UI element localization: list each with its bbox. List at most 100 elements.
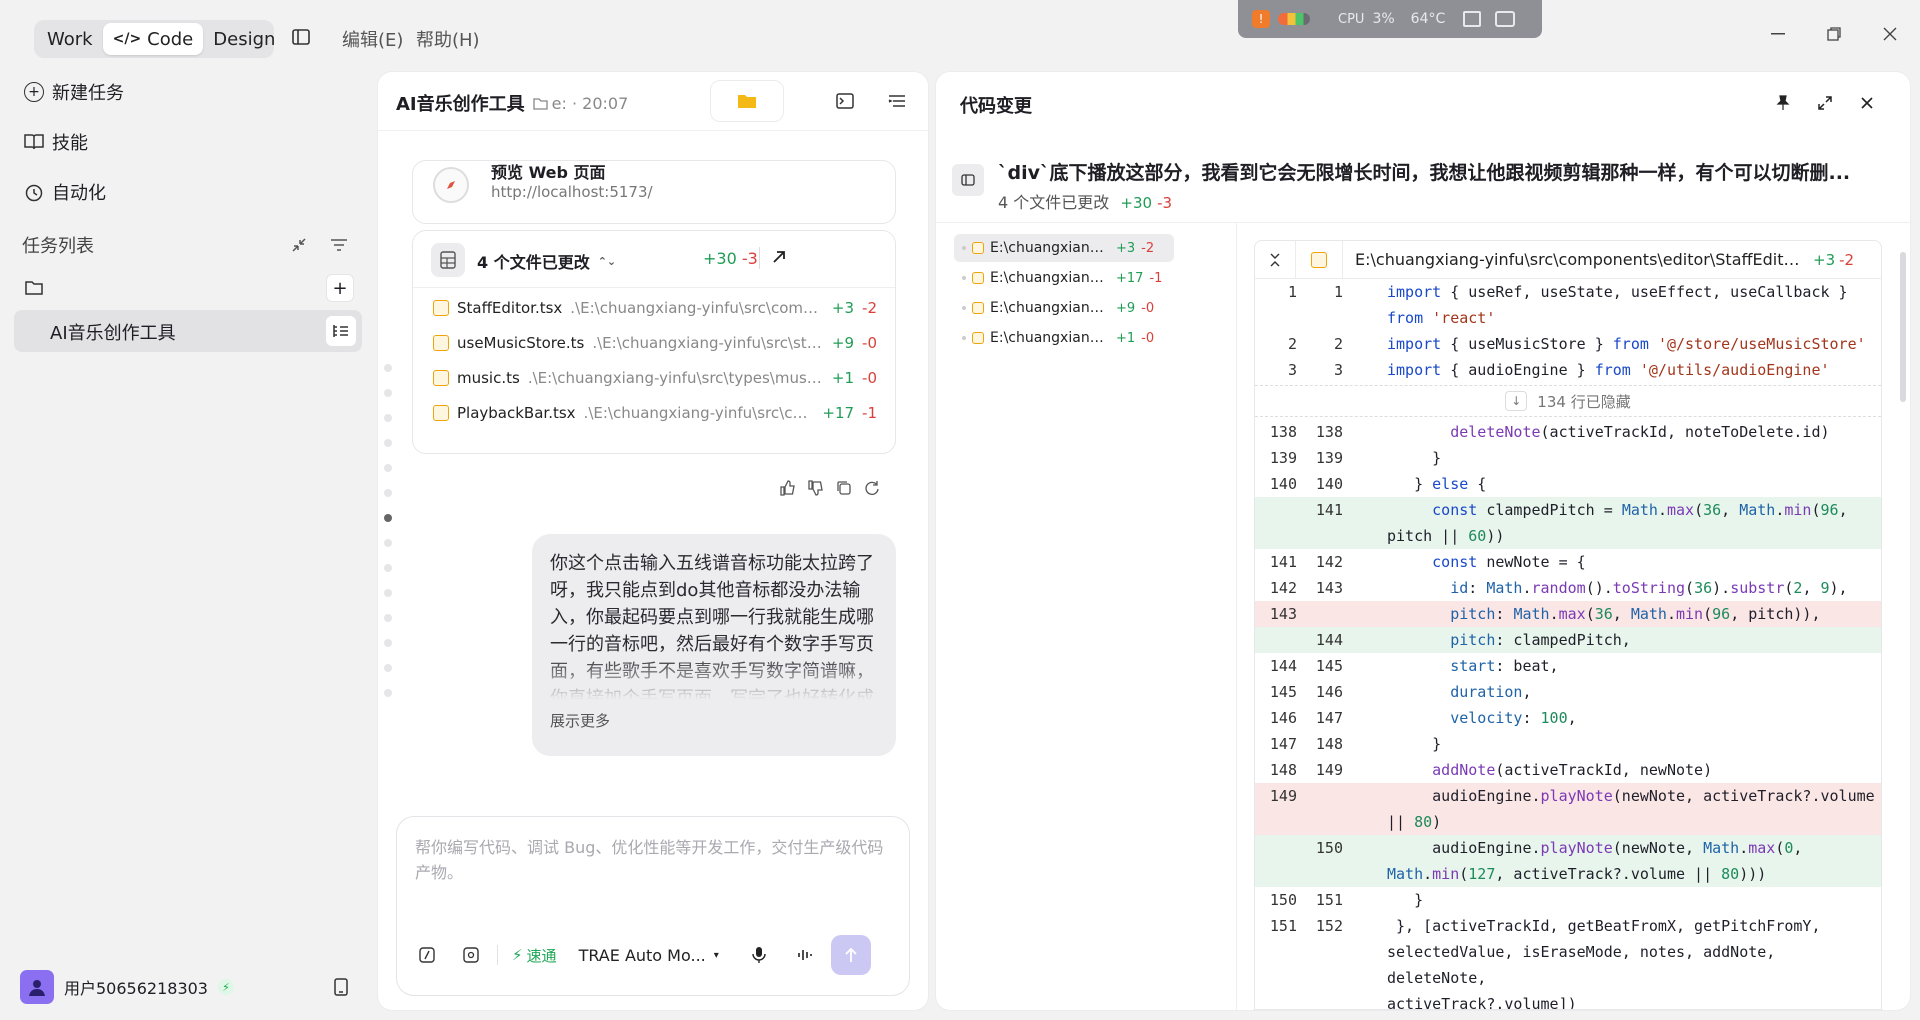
changed-file-item[interactable]: E:\chuangxiang-yinfu\src\components\edit… — [954, 234, 1174, 262]
file-diff-icon — [972, 242, 984, 254]
task-item-ai-music[interactable]: AI音乐创作工具 — [14, 310, 362, 352]
file-row[interactable]: StaffEditor.tsx .\E:\chuangxiang-yinfu\s… — [433, 293, 877, 323]
minimize-icon[interactable] — [1766, 22, 1790, 46]
show-more-link[interactable]: 展示更多 — [550, 708, 878, 735]
files-summary-toggle[interactable]: 4 个文件已更改 ⌃⌄ — [477, 249, 616, 273]
pin-icon[interactable] — [1772, 92, 1794, 114]
screenshot-icon[interactable] — [1495, 11, 1516, 27]
timeline-dot[interactable] — [384, 389, 392, 397]
microphone-icon[interactable] — [749, 946, 769, 964]
panel-layout-icon[interactable] — [952, 164, 984, 196]
speed-mode-toggle[interactable]: ⚡ 速通 — [512, 945, 557, 966]
timeline-dot[interactable] — [384, 464, 392, 472]
divider — [759, 247, 760, 269]
timeline-dot[interactable] — [384, 639, 392, 647]
diff-line: 138 138 deleteNote(activeTrackId, noteToD… — [1269, 423, 1830, 441]
sidebar-toggle-icon[interactable] — [288, 24, 314, 50]
close-panel-icon[interactable] — [1856, 92, 1878, 114]
thumbs-up-icon[interactable] — [780, 480, 796, 496]
diff-line: 147 148 } — [1269, 735, 1442, 753]
terminal-icon[interactable] — [834, 90, 856, 112]
outline-list-icon[interactable] — [886, 90, 908, 112]
alert-icon: ! — [1252, 10, 1270, 28]
sidebar-item-skills[interactable]: 技能 — [24, 124, 88, 160]
prompt-placeholder[interactable]: 帮你编写代码、调试 Bug、优化性能等开发工作，交付生产级代码产物。 — [415, 835, 885, 885]
changed-file-item[interactable]: E:\chuangxiang-yinfu\src\components\Play… — [954, 264, 1174, 292]
menu-edit[interactable]: 编辑(E) — [342, 26, 403, 52]
send-button[interactable] — [830, 935, 871, 975]
added-count: +30 — [703, 249, 737, 268]
changed-file-item[interactable]: E:\chuangxiang-yinfu\src\store\useMusicS… — [954, 294, 1174, 322]
timeline-dot[interactable] — [384, 614, 392, 622]
user-bar[interactable]: 用户50656218303 ⚡ — [20, 970, 234, 1004]
timeline-dot[interactable] — [384, 589, 392, 597]
diff-line: 151 152 }, [activeTrackId, getBeatFromX, … — [1269, 917, 1821, 1010]
file-deleted: -0 — [1141, 300, 1155, 316]
file-deleted: -0 — [1141, 330, 1155, 346]
folder-icon[interactable] — [22, 276, 46, 298]
file-row[interactable]: PlaybackBar.tsx .\E:\chuangxiang-yinfu\s… — [433, 398, 877, 428]
bolt-icon: ⚡ — [217, 979, 234, 995]
chat-subtitle-text: e: · 20:07 — [551, 93, 629, 113]
sidebar-item-new-task[interactable]: + 新建任务 — [24, 74, 124, 110]
diff-scrollbar[interactable] — [1900, 252, 1906, 402]
refresh-icon[interactable] — [864, 480, 880, 496]
task-list-icon[interactable] — [326, 316, 356, 346]
timeline-dot[interactable] — [384, 439, 392, 447]
open-external-icon[interactable] — [767, 245, 791, 269]
mode-design[interactable]: Design — [203, 23, 285, 55]
sidebar-item-automation[interactable]: 自动化 — [24, 174, 106, 210]
hidden-lines-toggle[interactable]: ↓ 134 行已隐藏 — [1255, 385, 1881, 417]
mode-label: Code — [147, 28, 194, 50]
restore-icon[interactable] — [1822, 22, 1846, 46]
close-window-icon[interactable] — [1878, 22, 1902, 46]
timeline-dot[interactable] — [384, 414, 392, 422]
mode-work[interactable]: Work — [37, 23, 103, 55]
file-deleted: -0 — [862, 334, 877, 352]
voice-wave-icon[interactable] — [795, 948, 815, 962]
add-task-button[interactable]: + — [326, 274, 354, 302]
slash-command-icon[interactable] — [415, 947, 439, 963]
collapse-icon[interactable] — [288, 234, 310, 256]
diff-line-added: 150 audioEngine.playNote(newNote, Math.m… — [1255, 835, 1881, 887]
file-name: useMusicStore.ts — [457, 334, 585, 352]
prompt-input-box[interactable]: 帮你编写代码、调试 Bug、优化性能等开发工作，交付生产级代码产物。 ⚡ 速通 … — [396, 816, 910, 996]
timeline-dot-active[interactable] — [384, 514, 392, 522]
model-select[interactable]: TRAE Auto Mo... ▾ — [579, 946, 719, 965]
open-folder-button[interactable] — [710, 80, 784, 122]
expand-icon[interactable] — [1814, 92, 1836, 114]
timeline-dot[interactable] — [384, 364, 392, 372]
preview-card[interactable]: 预览 Web 页面 http://localhost:5173/ — [412, 160, 896, 224]
hidden-lines-label: 134 行已隐藏 — [1537, 392, 1631, 411]
timeline-dot[interactable] — [384, 539, 392, 547]
phone-icon[interactable] — [330, 976, 352, 998]
timeline-dot[interactable] — [384, 564, 392, 572]
file-diff-icon — [972, 302, 984, 314]
avatar — [20, 970, 54, 1004]
copy-icon[interactable] — [836, 480, 852, 496]
file-added: +1 — [831, 369, 855, 387]
timeline-dot[interactable] — [384, 664, 392, 672]
diff-line: 139 139 } — [1269, 449, 1442, 467]
clock-icon — [24, 182, 44, 202]
preview-url[interactable]: http://localhost:5173/ — [491, 183, 653, 201]
collapse-chevron-icon[interactable] — [1255, 253, 1295, 267]
file-row[interactable]: useMusicStore.ts .\E:\chuangxiang-yinfu\… — [433, 328, 877, 358]
crop-icon[interactable] — [1463, 11, 1482, 27]
thumbs-down-icon[interactable] — [808, 480, 824, 496]
diff-deleted: -2 — [1839, 250, 1855, 269]
file-row[interactable]: music.ts .\E:\chuangxiang-yinfu\src\type… — [433, 363, 877, 393]
changed-file-list: E:\chuangxiang-yinfu\src\components\edit… — [954, 234, 1174, 354]
menu-help[interactable]: 帮助(H) — [416, 26, 480, 52]
filter-icon[interactable] — [328, 234, 350, 256]
image-attach-icon[interactable] — [459, 947, 483, 963]
timeline-dot[interactable] — [384, 489, 392, 497]
file-deleted: -1 — [862, 404, 877, 422]
files-summary-stats: +30 -3 — [703, 249, 758, 268]
mode-code[interactable]: </> Code — [102, 23, 204, 55]
changed-file-item[interactable]: E:\chuangxiang-yinfu\src\types\music.ts … — [954, 324, 1174, 352]
lightning-icon: ⚡ — [512, 946, 523, 964]
file-added: +17 — [822, 404, 855, 422]
divider — [936, 222, 1910, 223]
timeline-dot[interactable] — [384, 689, 392, 697]
